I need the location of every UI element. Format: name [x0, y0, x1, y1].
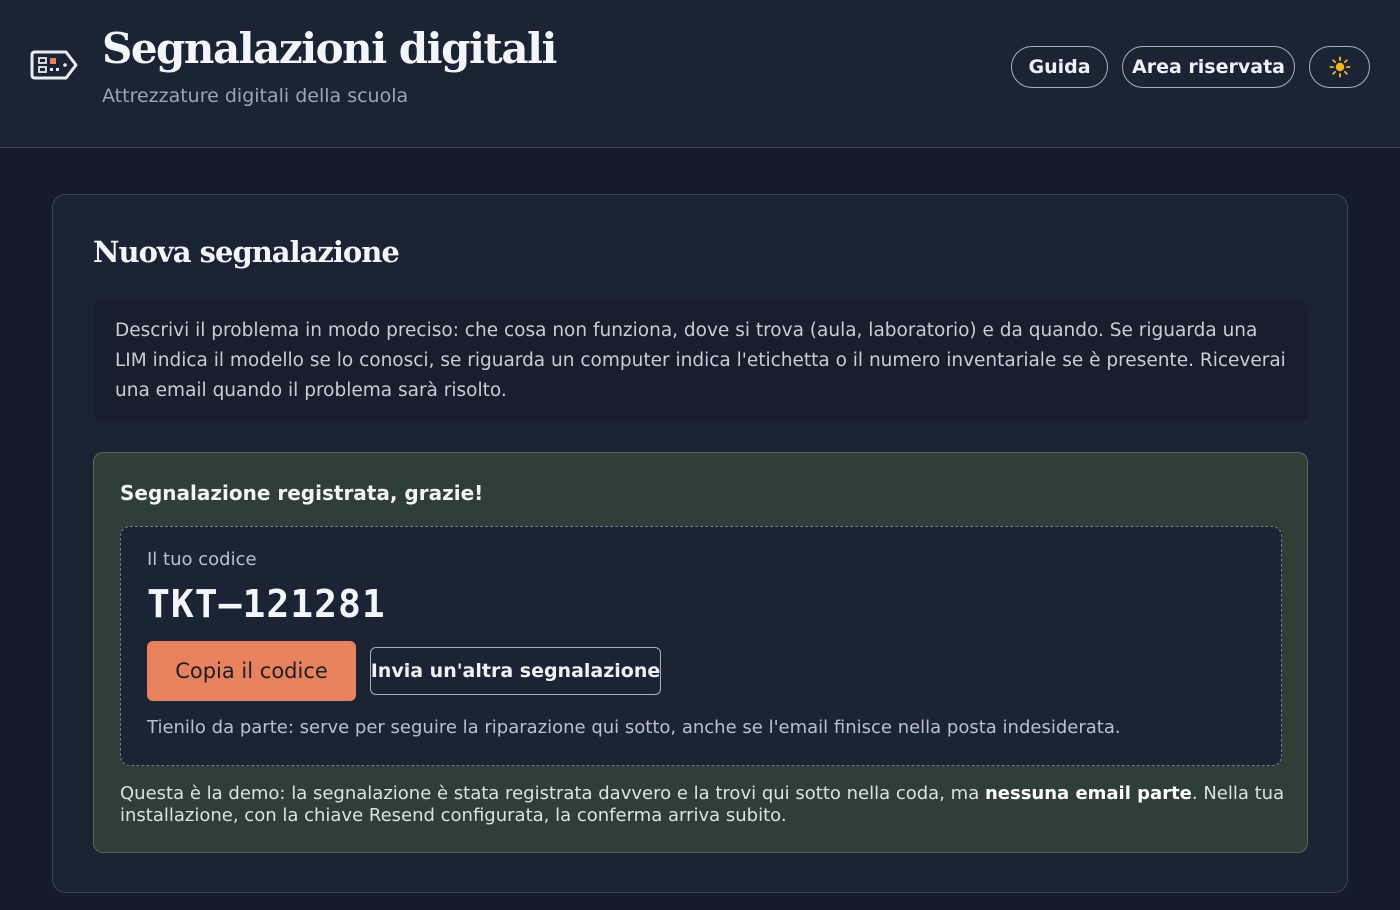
ticket-code: TKT–121281: [147, 582, 386, 626]
sun-icon: [1328, 56, 1351, 78]
code-hint: Tienilo da parte: serve per seguire la r…: [147, 717, 1121, 738]
instructions-box: Descrivi il problema in modo preciso: ch…: [93, 299, 1308, 423]
theme-toggle-button[interactable]: [1309, 46, 1370, 88]
guide-button[interactable]: Guida: [1011, 46, 1108, 88]
ticket-code-box: Il tuo codice TKT–121281 Copia il codice…: [120, 526, 1282, 766]
copy-code-button[interactable]: Copia il codice: [147, 641, 356, 701]
new-report-button[interactable]: Invia un'altra segnalazione: [370, 647, 661, 695]
app-header: Segnalazioni digitali Attrezzature digit…: [0, 0, 1400, 148]
new-report-card: Nuova segnalazione Descrivi il problema …: [52, 194, 1348, 893]
reserved-area-button[interactable]: Area riservata: [1122, 46, 1295, 88]
success-title: Segnalazione registrata, grazie!: [120, 481, 484, 505]
app-title: Segnalazioni digitali: [102, 24, 557, 73]
demo-note: Questa è la demo: la segnalazione è stat…: [120, 783, 1285, 827]
app-subtitle: Attrezzature digitali della scuola: [102, 85, 409, 107]
card-title: Nuova segnalazione: [93, 235, 400, 269]
demo-note-emphasis: nessuna email parte: [984, 783, 1192, 804]
code-label: Il tuo codice: [147, 549, 257, 570]
success-panel: Segnalazione registrata, grazie! Il tuo …: [93, 452, 1308, 853]
ticket-icon: [30, 48, 80, 86]
demo-note-text: Questa è la demo: la segnalazione è stat…: [120, 783, 985, 804]
